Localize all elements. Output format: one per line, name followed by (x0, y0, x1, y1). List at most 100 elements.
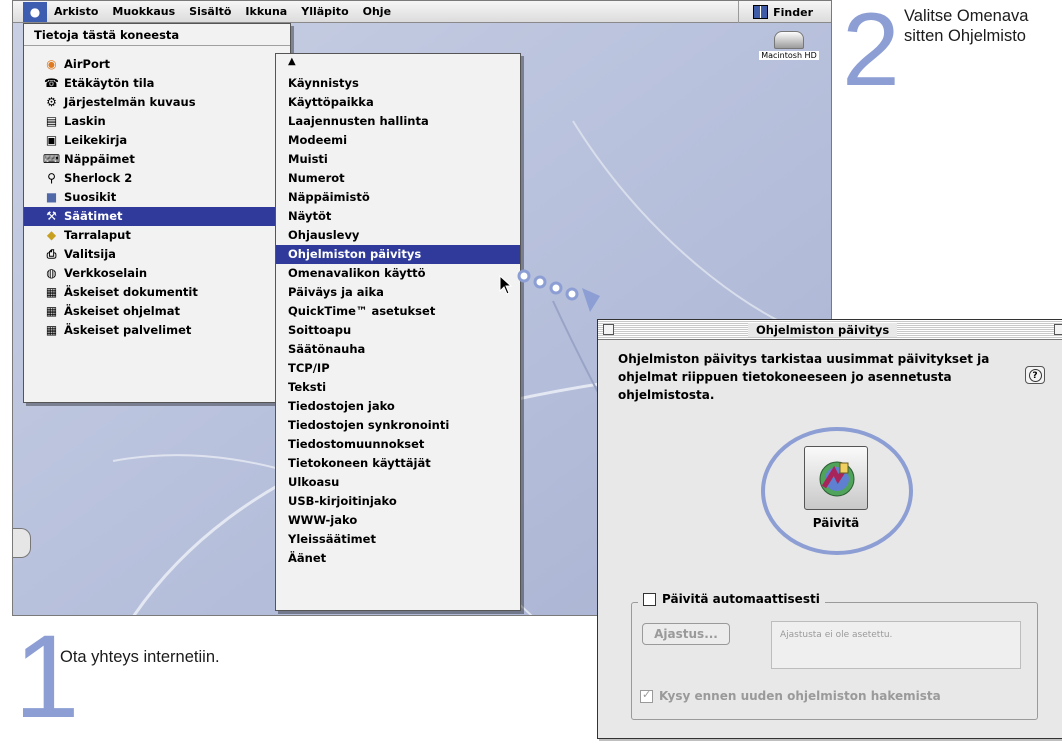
cp-item[interactable]: Tietokoneen käyttäjät (276, 454, 520, 473)
apple-menu-item-recent-applications[interactable]: ▦ Äskeiset ohjelmat ▶ (24, 302, 290, 321)
recent-documents-icon: ▦ (45, 285, 58, 299)
schedule-status-field: Ajastusta ei ole asetettu. (771, 621, 1021, 669)
apple-menu-item-favorites[interactable]: ■ Suosikit ▶ (24, 188, 290, 207)
favorites-icon: ■ (45, 190, 58, 204)
control-panels-icon: ⚒ (46, 209, 57, 223)
highlight-circle-icon (761, 427, 913, 555)
apple-menu-item-airport[interactable]: ◉ AirPort (24, 55, 290, 74)
apple-menu-item-scrapbook[interactable]: ▣ Leikekirja (24, 131, 290, 150)
cp-item[interactable]: Äänet (276, 549, 520, 568)
ask-before-download-checkbox[interactable]: ✓ Kysy ennen uuden ohjelmiston hakemista (640, 687, 941, 703)
menu-item-label: Näppäimet (64, 152, 135, 166)
cp-item[interactable]: USB-kirjoitinjako (276, 492, 520, 511)
cp-item[interactable]: Laajennusten hallinta (276, 112, 520, 131)
application-menu[interactable]: Finder (738, 1, 813, 23)
cp-item[interactable]: Soittoapu (276, 321, 520, 340)
cp-item[interactable]: Päiväys ja aika (276, 283, 520, 302)
cp-item[interactable]: Omenavalikon käyttö (276, 264, 520, 283)
cp-item[interactable]: Tiedostojen synkronointi (276, 416, 520, 435)
apple-menu-item-system-profiler[interactable]: ⚙ Järjestelmän kuvaus (24, 93, 290, 112)
about-this-computer-item[interactable]: Tietoja tästä koneesta (24, 24, 290, 46)
menu-file[interactable]: Arkisto (47, 2, 105, 22)
menu-item-label: Äskeiset ohjelmat (64, 304, 180, 318)
menu-special[interactable]: Ylläpito (294, 2, 355, 22)
apple-menu: Tietoja tästä koneesta ◉ AirPort ☎ Etäkä… (23, 23, 291, 403)
stickies-icon: ◆ (46, 228, 57, 242)
cp-item[interactable]: Näytöt (276, 207, 520, 226)
recent-applications-icon: ▦ (45, 304, 58, 318)
window-title-bar[interactable]: Ohjelmiston päivitys (598, 320, 1062, 340)
auto-update-checkbox-box[interactable] (643, 592, 656, 606)
cp-item[interactable]: Käyttöpaikka (276, 93, 520, 112)
apple-menu-item-recent-documents[interactable]: ▦ Äskeiset dokumentit ▶ (24, 283, 290, 302)
cp-item[interactable]: Tiedostomuunnokset (276, 435, 520, 454)
menu-view[interactable]: Sisältö (182, 2, 238, 22)
apple-menu-item-recent-servers[interactable]: ▦ Äskeiset palvelimet ▶ (24, 321, 290, 340)
mouse-pointer-icon (499, 275, 513, 295)
menu-item-label: Suosikit (64, 190, 117, 204)
auto-update-checkbox[interactable]: Päivitä automaattisesti (638, 592, 825, 606)
scroll-up-arrow-icon[interactable]: ▲ (288, 56, 296, 67)
hard-disk-label: Macintosh HD (759, 51, 819, 60)
close-box-icon[interactable] (603, 324, 614, 335)
menu-item-label: Äskeiset dokumentit (64, 285, 198, 299)
apple-menu-item-key-caps[interactable]: ⌨ Näppäimet (24, 150, 290, 169)
step-2-number: 2 (842, 0, 900, 108)
chooser-icon: ⎙ (46, 247, 57, 261)
cp-item[interactable]: TCP/IP (276, 359, 520, 378)
system-profiler-icon: ⚙ (46, 95, 57, 109)
cp-item[interactable]: Säätönauha (276, 340, 520, 359)
key-caps-icon: ⌨ (42, 152, 61, 166)
menu-item-label: Laskin (64, 114, 106, 128)
apple-menu-item-stickies[interactable]: ◆ Tarralaput (24, 226, 290, 245)
ask-before-download-checkbox-box[interactable]: ✓ (640, 687, 653, 703)
cp-item[interactable]: Teksti (276, 378, 520, 397)
application-menu-label: Finder (773, 5, 813, 19)
apple-menu-item-remote-access[interactable]: ☎ Etäkäytön tila (24, 74, 290, 93)
cp-item[interactable]: Ulkoasu (276, 473, 520, 492)
menu-item-label: Verkkoselain (64, 266, 148, 280)
window-title: Ohjelmiston päivitys (748, 323, 898, 337)
menu-item-label: Sherlock 2 (64, 171, 133, 185)
cp-item[interactable]: Tiedostojen jako (276, 397, 520, 416)
cp-item-software-update[interactable]: Ohjelmiston päivitys (276, 245, 520, 265)
browser-icon: ◍ (46, 266, 57, 280)
schedule-button[interactable]: Ajastus... (642, 623, 730, 645)
cp-item[interactable]: Yleissäätimet (276, 530, 520, 549)
menu-item-label: Säätimet (64, 209, 123, 223)
desktop-edge-icon[interactable] (13, 528, 31, 558)
apple-menu-item-calculator[interactable]: ▤ Laskin (24, 112, 290, 131)
apple-menu-item-control-panels[interactable]: ⚒ Säätimet ▶ (24, 207, 290, 226)
cp-item[interactable]: Muisti (276, 150, 520, 169)
step-1-number: 1 (14, 611, 80, 743)
apple-menu-icon[interactable]: ● (23, 1, 47, 22)
apple-menu-item-chooser[interactable]: ⎙ Valitsija (24, 245, 290, 264)
apple-menu-item-sherlock[interactable]: ⚲ Sherlock 2 (24, 169, 290, 188)
check-mark-icon: ✓ (642, 687, 652, 701)
control-panels-submenu: ▲ Käynnistys Käyttöpaikka Laajennusten h… (275, 53, 521, 611)
remote-access-icon: ☎ (44, 76, 59, 90)
airport-icon: ◉ (46, 57, 57, 71)
cp-item[interactable]: QuickTime™ asetukset (276, 302, 520, 321)
ask-before-download-label: Kysy ennen uuden ohjelmiston hakemista (659, 689, 941, 703)
menu-bar: ● Arkisto Muokkaus Sisältö Ikkuna Ylläpi… (13, 1, 831, 23)
cp-item[interactable]: Numerot (276, 169, 520, 188)
menu-item-label: Äskeiset palvelimet (64, 323, 192, 337)
cp-item[interactable]: Modeemi (276, 131, 520, 150)
apple-menu-item-browser[interactable]: ◍ Verkkoselain (24, 264, 290, 283)
cp-item[interactable]: Ohjauslevy (276, 226, 520, 245)
step-2-text-line-2: sitten Ohjelmisto (904, 27, 1026, 45)
cp-item[interactable]: WWW-jako (276, 511, 520, 530)
menu-help[interactable]: Ohje (356, 2, 398, 22)
menu-edit[interactable]: Muokkaus (105, 2, 182, 22)
menu-item-label: Leikekirja (64, 133, 128, 147)
help-button[interactable]: ? (1025, 366, 1045, 384)
cp-item[interactable]: Näppäimistö (276, 188, 520, 207)
menu-window[interactable]: Ikkuna (238, 2, 294, 22)
finder-icon (753, 5, 769, 19)
collapse-box-icon[interactable] (1054, 324, 1062, 335)
cp-item[interactable]: Käynnistys (276, 74, 520, 93)
auto-update-label: Päivitä automaattisesti (662, 592, 820, 606)
menu-item-label: Etäkäytön tila (64, 76, 155, 90)
hard-disk-icon[interactable]: Macintosh HD (754, 31, 824, 60)
